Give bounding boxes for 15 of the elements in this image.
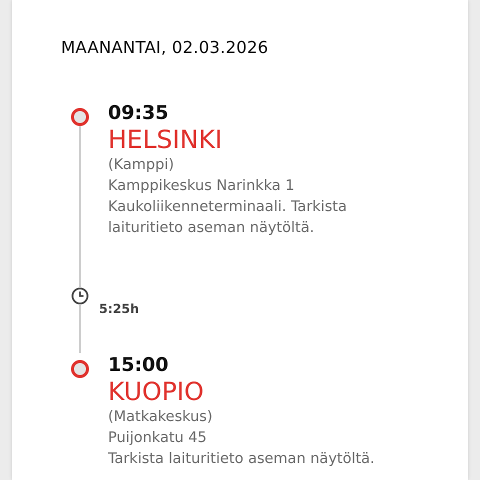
travel-duration: 5:25h [99, 301, 140, 316]
stop-detail: Tarkista laituritieto aseman näytöltä. [108, 450, 376, 469]
stop-city: KUOPIO [108, 377, 205, 407]
stop-marker [71, 108, 89, 126]
stop-city: HELSINKI [108, 125, 224, 155]
travel-date: MAANANTAI, 02.03.2026 [61, 38, 270, 57]
stop-detail: (Matkakeskus) [108, 408, 214, 427]
clock-icon [71, 287, 89, 305]
stop-detail: (Kamppi) [108, 156, 176, 175]
stop-detail: Kaukoliikenneterminaali. Tarkista laituritieto aseman näytöltä. [108, 198, 348, 238]
stop-time: 09:35 [108, 101, 170, 125]
stop-detail: Kamppikeskus Narinkka 1 [108, 177, 296, 196]
stop-time: 15:00 [108, 353, 170, 377]
stop-marker [71, 360, 89, 378]
stop-detail: Puijonkatu 45 [108, 429, 208, 448]
